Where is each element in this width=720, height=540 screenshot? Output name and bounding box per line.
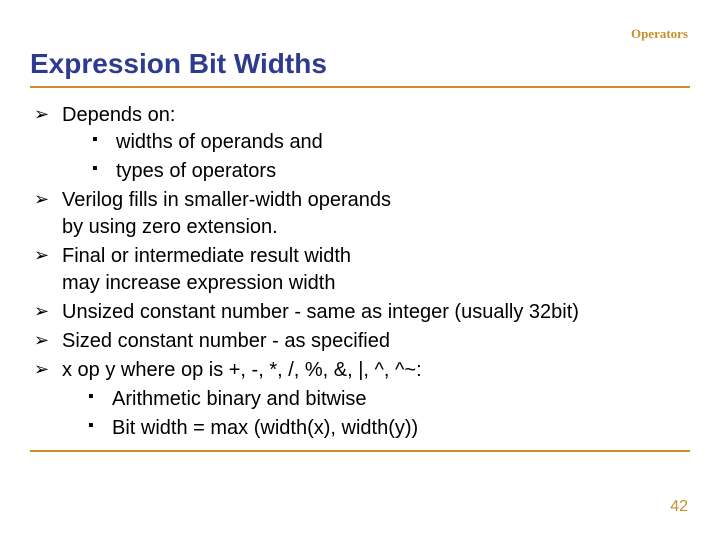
bullet-text: Sized constant number - as specified — [62, 330, 390, 352]
bullet-text: Final or intermediate result width — [62, 245, 351, 267]
bullet-text: Unsized constant number - same as intege… — [62, 301, 579, 323]
list-item: Unsized constant number - same as intege… — [34, 299, 690, 326]
footer-rule — [30, 450, 690, 452]
page-number: 42 — [670, 498, 688, 516]
list-item: Sized constant number - as specified — [34, 328, 690, 355]
list-item: Final or intermediate result width may i… — [34, 243, 690, 297]
bullet-text: Arithmetic binary and bitwise — [112, 388, 367, 410]
content-area: Depends on: widths of operands and types… — [30, 102, 690, 442]
list-item: x op y where op is +, -, *, /, %, &, |, … — [34, 357, 690, 384]
slide-title: Expression Bit Widths — [30, 48, 690, 80]
section-label: Operators — [631, 26, 688, 42]
list-item: Bit width = max (width(x), width(y)) — [88, 415, 690, 442]
bullet-text: types of operators — [116, 160, 276, 182]
list-item: widths of operands and — [92, 129, 690, 156]
title-rule — [30, 86, 690, 88]
bullet-list-level2: Arithmetic binary and bitwise Bit width … — [30, 386, 690, 442]
bullet-list-level1: Depends on: widths of operands and types… — [30, 102, 690, 384]
list-item: Depends on: widths of operands and types… — [34, 102, 690, 185]
list-item: Verilog fills in smaller-width operands … — [34, 187, 690, 241]
bullet-text: widths of operands and — [116, 131, 323, 153]
list-item: Arithmetic binary and bitwise — [88, 386, 690, 413]
bullet-text: by using zero extension. — [62, 216, 278, 238]
bullet-text: may increase expression width — [62, 272, 335, 294]
bullet-text: Verilog fills in smaller-width operands — [62, 189, 391, 211]
list-item: types of operators — [92, 158, 690, 185]
slide: Operators Expression Bit Widths Depends … — [0, 0, 720, 540]
bullet-text: Bit width = max (width(x), width(y)) — [112, 417, 418, 439]
bullet-text: Depends on: — [62, 104, 175, 126]
bullet-list-level2: widths of operands and types of operator… — [62, 129, 690, 185]
bullet-text: x op y where op is +, -, *, /, %, &, |, … — [62, 359, 422, 381]
